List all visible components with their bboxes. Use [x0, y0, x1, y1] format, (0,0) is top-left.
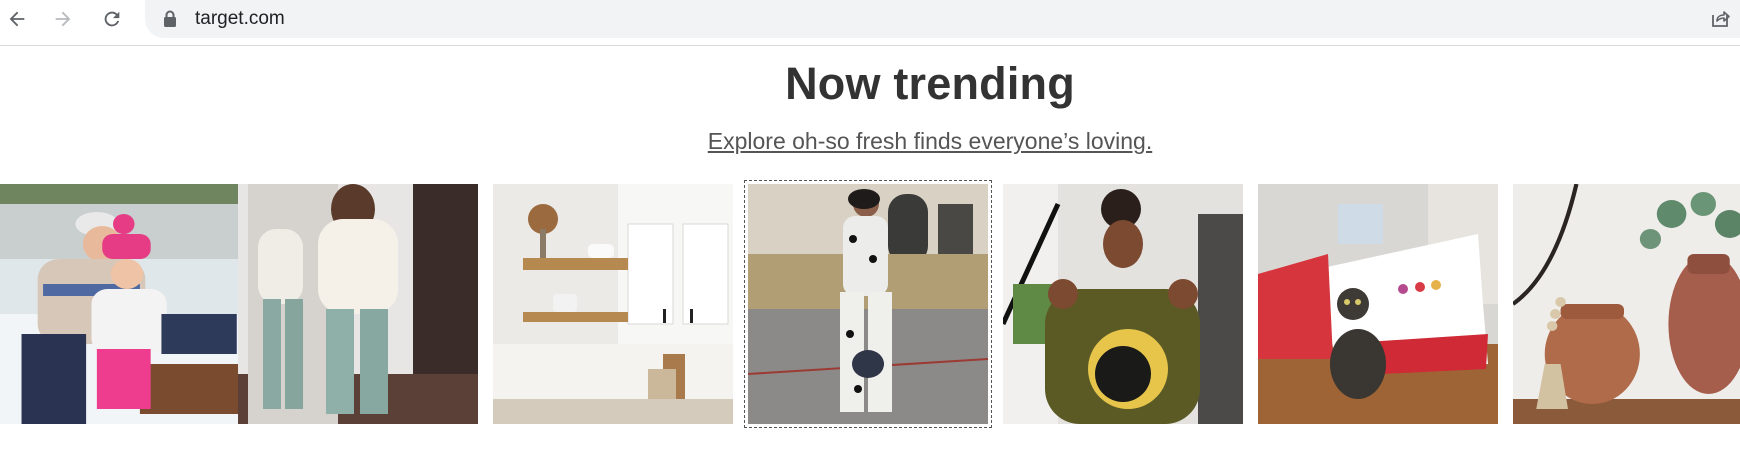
address-bar[interactable]: target.com — [145, 0, 1740, 38]
share-icon[interactable] — [1708, 6, 1732, 30]
explore-link[interactable]: Explore oh-so fresh finds everyone’s lov… — [0, 128, 1740, 155]
back-arrow-icon — [9, 11, 25, 27]
browser-toolbar: target.com — [0, 0, 1740, 46]
photo-terracotta-vases — [1513, 184, 1740, 424]
trending-photo-mirror-selfie[interactable] — [238, 184, 478, 424]
photo-woman-floral-set — [748, 184, 988, 424]
trending-photo-graphic-sweatshirt[interactable] — [1003, 184, 1243, 424]
reload-button[interactable] — [95, 2, 129, 36]
trending-photo-floral-outfit[interactable] — [744, 180, 992, 428]
trending-photo-winter-family[interactable] — [0, 184, 240, 424]
page-title: Now trending — [785, 58, 1075, 109]
trending-photo-terracotta-vases[interactable] — [1513, 184, 1740, 424]
photo-woman-olive-sweatshirt — [1003, 184, 1243, 424]
photo-woman-cream-sweater — [238, 184, 478, 424]
reload-icon — [104, 11, 120, 27]
url-text[interactable]: target.com — [195, 8, 285, 30]
lock-icon[interactable] — [163, 10, 177, 28]
trending-photo-cat-airplane[interactable] — [1258, 184, 1498, 424]
forward-arrow-icon — [55, 11, 71, 27]
forward-button[interactable] — [46, 2, 80, 36]
photo-mother-child-sled — [0, 184, 240, 424]
trending-photo-kitchen-shelves[interactable] — [493, 184, 733, 424]
back-button[interactable] — [0, 2, 34, 36]
photo-cat-toy-airplane — [1258, 184, 1498, 424]
photo-kitchen-floating-shelves — [493, 184, 733, 424]
